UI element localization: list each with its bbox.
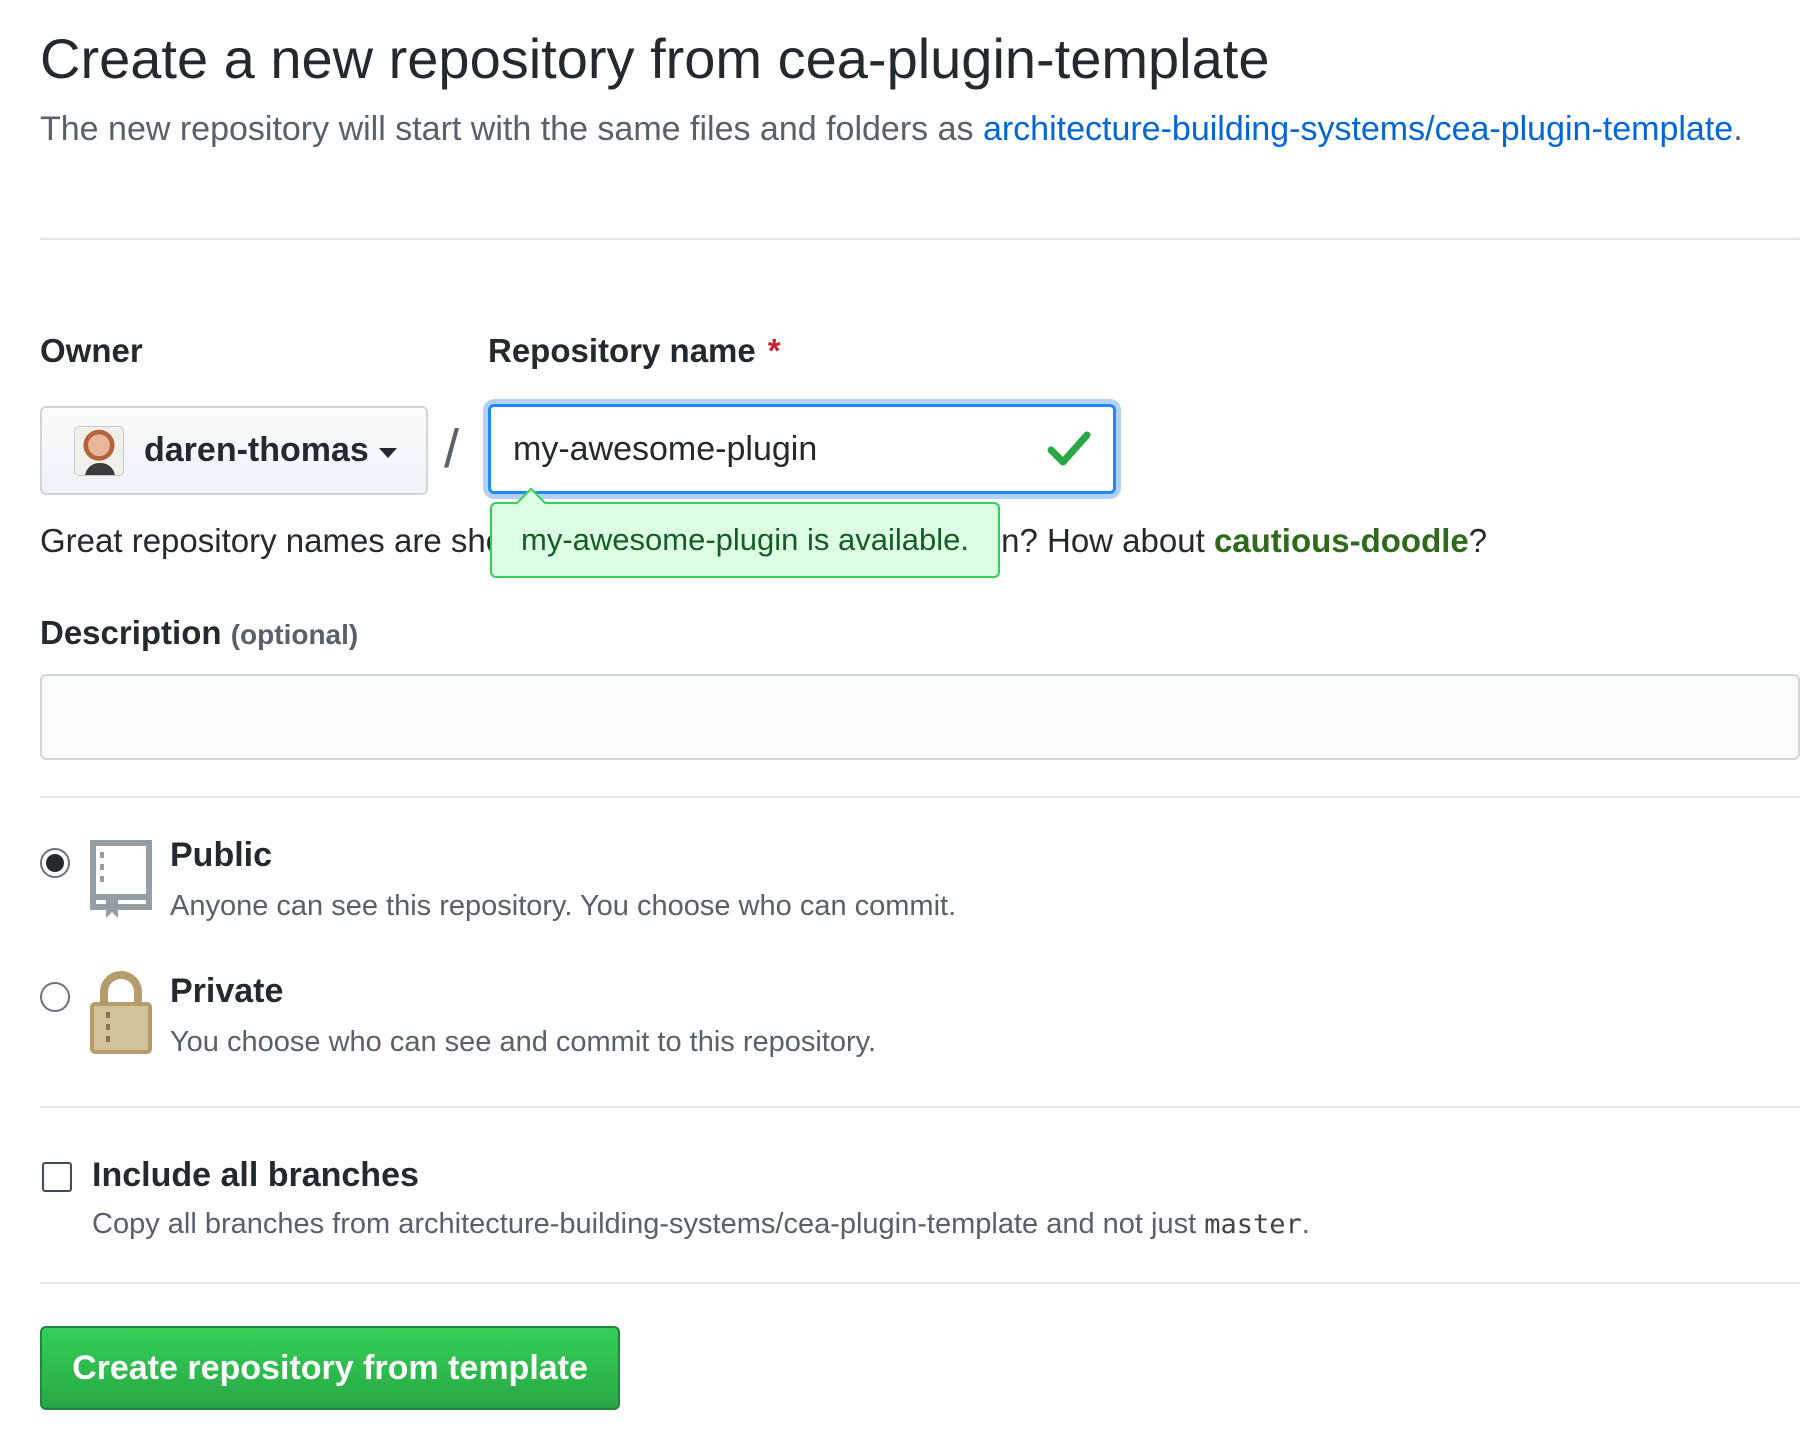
description-label: Description (optional) [40, 614, 358, 652]
owner-repo-separator: / [444, 419, 460, 479]
repo-name-label: Repository name * [488, 332, 781, 370]
private-radio[interactable] [40, 982, 70, 1012]
divider [40, 1106, 1800, 1108]
avatar [74, 425, 124, 476]
public-title: Public [170, 836, 273, 874]
availability-tooltip: my-awesome-plugin is available. [490, 502, 1000, 578]
branches-desc-suffix: . [1301, 1208, 1310, 1240]
branches-desc-text: Copy all branches from architecture-buil… [92, 1208, 1205, 1240]
description-label-text: Description [40, 614, 222, 651]
caret-down-icon [378, 447, 397, 458]
create-repository-button[interactable]: Create repository from template [40, 1326, 620, 1410]
template-repo-link[interactable]: architecture-building-systems/cea-plugin… [983, 110, 1733, 148]
public-description: Anyone can see this repository. You choo… [170, 890, 957, 922]
private-title: Private [170, 972, 284, 1010]
required-mark: * [767, 332, 781, 369]
check-icon [1047, 431, 1091, 466]
repo-name-label-text: Repository name [488, 332, 756, 369]
description-input[interactable] [40, 674, 1800, 760]
optional-note: (optional) [230, 619, 359, 650]
lock-icon [90, 971, 152, 1054]
page-title: Create a new repository from cea-plugin-… [40, 27, 1270, 90]
divider [40, 796, 1800, 798]
page-subtitle: The new repository will start with the s… [40, 102, 1780, 156]
owner-select[interactable]: daren-thomas [40, 406, 428, 495]
repository-name-value: my-awesome-plugin [513, 429, 818, 468]
include-branches-title: Include all branches [92, 1156, 419, 1194]
subtitle-suffix: . [1733, 110, 1743, 148]
name-suggestion-link[interactable]: cautious-doodle [1214, 522, 1469, 559]
public-radio[interactable] [40, 848, 70, 878]
divider [40, 238, 1800, 240]
subtitle-text: The new repository will start with the s… [40, 110, 983, 148]
owner-label: Owner [40, 332, 143, 369]
repository-name-input[interactable]: my-awesome-plugin [488, 404, 1116, 494]
include-branches-checkbox[interactable] [42, 1162, 72, 1192]
include-branches-description: Copy all branches from architecture-buil… [92, 1208, 1310, 1241]
owner-name: daren-thomas [144, 431, 369, 469]
branch-name: master [1204, 1209, 1302, 1240]
hint-suffix: ? [1468, 522, 1488, 559]
divider [40, 1282, 1800, 1284]
private-description: You choose who can see and commit to thi… [170, 1026, 877, 1058]
repo-book-icon [90, 840, 152, 918]
